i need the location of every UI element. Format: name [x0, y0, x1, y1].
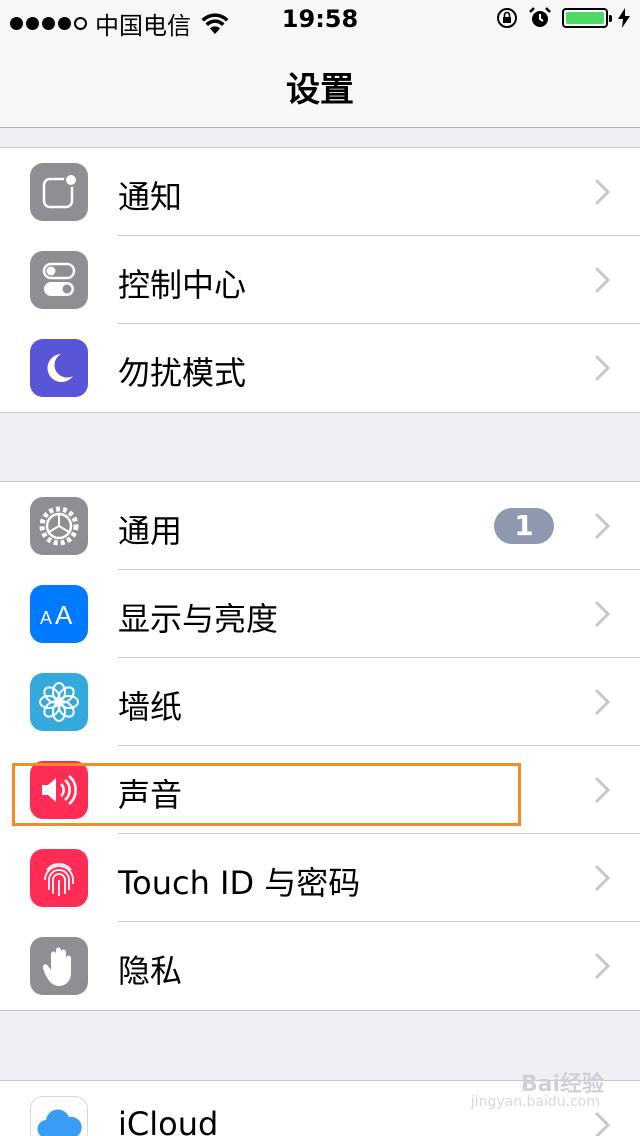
settings-row-do-not-disturb[interactable]: 勿扰模式 — [0, 324, 640, 412]
watermark-url: jingyan.baidu.com — [470, 1094, 600, 1110]
navigation-bar: 设置 — [0, 40, 640, 128]
chevron-right-icon — [594, 952, 610, 980]
chevron-right-icon — [594, 266, 610, 294]
settings-row-general[interactable]: 通用 1 — [0, 482, 640, 570]
settings-row-display-brightness[interactable]: A A 显示与亮度 — [0, 570, 640, 658]
battery-level — [566, 12, 604, 24]
chevron-right-icon — [594, 600, 610, 628]
chevron-right-icon — [594, 1111, 610, 1136]
chevron-right-icon — [594, 178, 610, 206]
chevron-right-icon — [594, 688, 610, 716]
alarm-icon — [529, 7, 551, 27]
rotation-lock-icon — [497, 8, 517, 28]
flower-icon — [30, 673, 88, 731]
settings-row-label: 显示与亮度 — [118, 600, 279, 638]
settings-group-1: 通知 控制中心 勿扰模式 — [0, 147, 640, 413]
settings-row-label: 通知 — [118, 178, 183, 216]
settings-row-label: iCloud — [118, 1105, 219, 1136]
settings-row-label: 通用 — [118, 512, 183, 550]
page-title: 设置 — [286, 70, 354, 110]
update-badge: 1 — [494, 508, 554, 544]
text-size-icon: A A — [30, 585, 88, 643]
settings-row-control-center[interactable]: 控制中心 — [0, 236, 640, 324]
charging-bolt-icon — [618, 8, 630, 28]
status-bar: 中国电信 19:58 — [0, 0, 640, 40]
settings-group-2: 通用 1 A A 显示与亮度 墙纸 声音 Touch ID 与密码 隐私 — [0, 481, 640, 1011]
settings-row-label: 声音 — [118, 776, 183, 814]
chevron-right-icon — [594, 354, 610, 382]
settings-row-privacy[interactable]: 隐私 — [0, 922, 640, 1010]
settings-row-label: 控制中心 — [118, 266, 247, 304]
settings-row-label: 隐私 — [118, 952, 183, 990]
speaker-icon — [30, 761, 88, 819]
battery-icon — [562, 8, 612, 28]
settings-row-label: Touch ID 与密码 — [118, 864, 361, 902]
fingerprint-icon — [30, 849, 88, 907]
settings-row-wallpaper[interactable]: 墙纸 — [0, 658, 640, 746]
chevron-right-icon — [594, 512, 610, 540]
svg-text:A: A — [55, 600, 73, 630]
notifications-icon — [30, 163, 88, 221]
gear-icon — [30, 497, 88, 555]
chevron-right-icon — [594, 776, 610, 804]
svg-text:A: A — [40, 608, 52, 628]
settings-row-touch-id-passcode[interactable]: Touch ID 与密码 — [0, 834, 640, 922]
settings-screen: 中国电信 19:58 设置 通知 控制中心 勿扰模式 通用 1 A A 显示与亮… — [0, 0, 640, 1136]
settings-row-notifications[interactable]: 通知 — [0, 148, 640, 236]
settings-row-label: 墙纸 — [118, 688, 183, 726]
settings-row-label: 勿扰模式 — [118, 354, 247, 392]
chevron-right-icon — [594, 864, 610, 892]
status-right — [496, 6, 630, 30]
settings-row-sounds[interactable]: 声音 — [0, 746, 640, 834]
moon-icon — [30, 339, 88, 397]
control-center-icon — [30, 251, 88, 309]
icloud-icon — [30, 1096, 88, 1136]
hand-icon — [30, 937, 88, 995]
